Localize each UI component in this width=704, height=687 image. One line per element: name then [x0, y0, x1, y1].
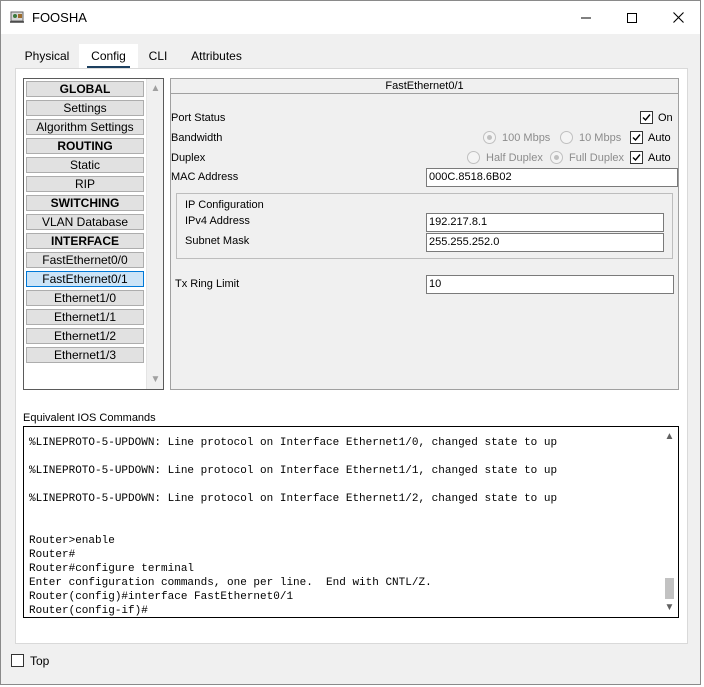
subnet-mask-label: Subnet Mask — [185, 235, 250, 247]
checkmark-icon — [632, 154, 641, 162]
duplex-half-label: Half Duplex — [486, 152, 543, 164]
sidebar-item-fastethernet0-1[interactable]: FastEthernet0/1 — [26, 271, 144, 287]
sidebar-header-global[interactable]: GLOBAL — [26, 81, 144, 97]
sidebar-item-vlan-database[interactable]: VLAN Database — [26, 214, 144, 230]
console-scroll-thumb[interactable] — [665, 578, 674, 599]
sidebar-item-ethernet1-0[interactable]: Ethernet1/0 — [26, 290, 144, 306]
duplex-full-label: Full Duplex — [569, 152, 625, 164]
console-line: %LINEPROTO-5-UPDOWN: Line protocol on In… — [29, 465, 558, 477]
ios-commands-label: Equivalent IOS Commands — [23, 412, 156, 424]
port-status-label: Port Status — [171, 112, 226, 124]
ipv4-address-field[interactable]: 192.217.8.1 — [426, 213, 664, 232]
console-line: %LINEPROTO-5-UPDOWN: Line protocol on In… — [29, 437, 558, 449]
duplex-half-radio[interactable] — [467, 151, 480, 164]
bandwidth-auto-checkbox[interactable] — [630, 131, 643, 144]
panel-title: FastEthernet0/1 — [171, 79, 678, 94]
maximize-icon — [627, 12, 637, 23]
sidebar-item-ethernet1-2[interactable]: Ethernet1/2 — [26, 328, 144, 344]
duplex-label: Duplex — [171, 152, 206, 164]
bandwidth-100-radio[interactable] — [483, 131, 496, 144]
maximize-button[interactable] — [609, 1, 655, 34]
scroll-up-icon[interactable]: ▲ — [661, 428, 678, 445]
tx-ring-limit-field[interactable]: 10 — [426, 275, 674, 294]
sidebar-header-interface[interactable]: INTERFACE — [26, 233, 144, 249]
window-title: FOOSHA — [32, 10, 87, 25]
console-line: Router(config-if)# — [29, 605, 148, 617]
sidebar-scrollbar[interactable]: ▲ ▼ — [146, 79, 163, 389]
subnet-mask-field[interactable]: 255.255.252.0 — [426, 233, 664, 252]
scroll-up-icon[interactable]: ▲ — [147, 80, 164, 97]
tx-ring-limit-label: Tx Ring Limit — [175, 278, 240, 290]
close-button[interactable] — [655, 1, 701, 34]
title-bar: FOOSHA — [1, 1, 700, 34]
console-line: Enter configuration commands, one per li… — [29, 577, 432, 589]
top-label: Top — [30, 654, 50, 668]
ipv4-address-label: IPv4 Address — [185, 215, 250, 227]
duplex-auto-checkbox[interactable] — [630, 151, 643, 164]
console-line: Router>enable — [29, 535, 115, 547]
sidebar-header-switching[interactable]: SWITCHING — [26, 195, 144, 211]
console-line: Router# — [29, 549, 76, 561]
bandwidth-100-label: 100 Mbps — [502, 132, 551, 144]
bandwidth-label: Bandwidth — [171, 132, 223, 144]
mac-address-field[interactable]: 000C.8518.6B02 — [426, 168, 678, 187]
interface-config-panel: FastEthernet0/1 Port Status On Bandwidth… — [170, 78, 679, 390]
sidebar-item-ethernet1-1[interactable]: Ethernet1/1 — [26, 309, 144, 325]
scroll-down-icon[interactable]: ▼ — [661, 599, 678, 616]
close-icon — [672, 12, 684, 23]
sidebar-item-fastethernet0-0[interactable]: FastEthernet0/0 — [26, 252, 144, 268]
sidebar-item-rip[interactable]: RIP — [26, 176, 144, 192]
port-status-checkbox[interactable] — [640, 111, 653, 124]
scroll-down-icon[interactable]: ▼ — [147, 371, 164, 388]
bandwidth-10-radio[interactable] — [560, 131, 573, 144]
ios-console-text: %LINEPROTO-5-UPDOWN: Line protocol on In… — [29, 436, 659, 618]
tab-attributes[interactable]: Attributes — [178, 44, 255, 68]
port-status-on-label: On — [658, 112, 673, 124]
sidebar-item-algorithm-settings[interactable]: Algorithm Settings — [26, 119, 144, 135]
ios-commands-console[interactable]: %LINEPROTO-5-UPDOWN: Line protocol on In… — [23, 426, 679, 618]
ip-configuration-label: IP Configuration — [185, 199, 264, 211]
sidebar-item-ethernet1-3[interactable]: Ethernet1/3 — [26, 347, 144, 363]
console-scrollbar[interactable]: ▲ ▼ — [661, 427, 678, 617]
ip-configuration-group: IP Configuration IPv4 Address 192.217.8.… — [176, 193, 673, 259]
sidebar-item-static[interactable]: Static — [26, 157, 144, 173]
sidebar-item-settings[interactable]: Settings — [26, 100, 144, 116]
console-line: %LINEPROTO-5-UPDOWN: Line protocol on In… — [29, 493, 558, 505]
minimize-icon — [581, 17, 591, 18]
bandwidth-auto-label: Auto — [648, 132, 671, 144]
tab-config-label: Config — [91, 49, 126, 63]
tab-config[interactable]: Config — [79, 44, 138, 69]
config-sidebar: GLOBAL Settings Algorithm Settings ROUTI… — [23, 78, 164, 390]
mac-address-label: MAC Address — [171, 171, 239, 183]
checkmark-icon — [642, 114, 651, 122]
duplex-full-radio[interactable] — [550, 151, 563, 164]
bandwidth-10-label: 10 Mbps — [579, 132, 622, 144]
tab-cli[interactable]: CLI — [138, 44, 178, 68]
packet-tracer-app-icon — [9, 9, 27, 25]
tab-physical[interactable]: Physical — [15, 44, 79, 68]
sidebar-header-routing[interactable]: ROUTING — [26, 138, 144, 154]
console-line: Router(config)#interface FastEthernet0/1 — [29, 591, 294, 603]
top-checkbox[interactable] — [11, 654, 24, 667]
minimize-button[interactable] — [563, 1, 609, 34]
checkmark-icon — [632, 134, 641, 142]
duplex-auto-label: Auto — [648, 152, 671, 164]
console-line: Router#configure terminal — [29, 563, 195, 575]
